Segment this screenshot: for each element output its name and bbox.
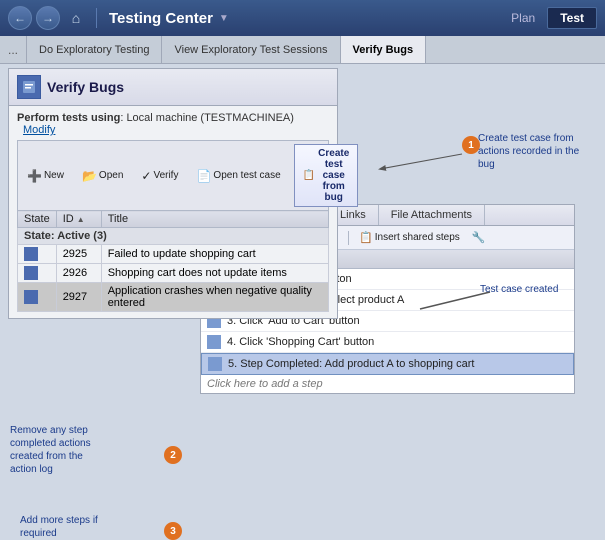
- annotation-text-2: Remove any step completed actions create…: [10, 424, 110, 476]
- create-from-bug-button[interactable]: 📋 Create test case from bug: [294, 144, 359, 207]
- insert-shared-steps-button[interactable]: 📋 Insert shared steps: [354, 229, 465, 246]
- row-id: 2926: [56, 264, 101, 283]
- shared-steps-icon: 📋: [359, 231, 373, 244]
- panel-body: Perform tests using: Local machine (TEST…: [9, 106, 337, 318]
- forward-button[interactable]: →: [36, 6, 60, 30]
- table-header-row: State ID ▲ Title: [18, 211, 329, 228]
- col-state[interactable]: State: [18, 211, 57, 228]
- bugs-table: State ID ▲ Title State: Active (3) 2925 …: [17, 210, 329, 312]
- tab-bar: ... Do Exploratory Testing View Explorat…: [0, 36, 605, 64]
- steps-separator: [348, 231, 349, 245]
- extra-icon: 🔧: [472, 231, 486, 244]
- group-row: State: Active (3): [18, 228, 329, 245]
- open-test-case-button[interactable]: 📄 Open test case: [191, 167, 285, 185]
- tab-do-exploratory[interactable]: Do Exploratory Testing: [27, 36, 162, 63]
- new-icon: ➕: [27, 169, 42, 183]
- panel-title: Verify Bugs: [47, 79, 124, 95]
- step-icon: [207, 335, 221, 349]
- tab-view-sessions[interactable]: View Exploratory Test Sessions: [162, 36, 340, 63]
- table-row-selected[interactable]: 2927 Application crashes when negative q…: [18, 283, 329, 312]
- home-button[interactable]: ⌂: [64, 6, 88, 30]
- tab-verify-bugs[interactable]: Verify Bugs: [341, 36, 427, 63]
- test-tab[interactable]: Test: [547, 7, 597, 29]
- row-title: Application crashes when negative qualit…: [101, 283, 328, 312]
- table-row[interactable]: 2926 Shopping cart does not update items: [18, 264, 329, 283]
- row-id: 2925: [56, 245, 101, 264]
- create-icon: 📋: [303, 170, 315, 181]
- row-id: 2927: [56, 283, 101, 312]
- title-dropdown-icon[interactable]: ▼: [219, 13, 229, 24]
- tc-created-annotation: Test case created: [480, 284, 558, 295]
- verify-button[interactable]: ✓ Verify: [136, 167, 183, 185]
- bug-icon: [24, 266, 38, 280]
- step-row[interactable]: 4. Click 'Shopping Cart' button: [201, 332, 574, 353]
- row-title: Failed to update shopping cart: [101, 245, 328, 264]
- app-title: Testing Center: [109, 10, 213, 27]
- bug-icon: [24, 247, 38, 261]
- plan-tab[interactable]: Plan: [503, 9, 543, 27]
- main-content: Verify Bugs Perform tests using: Local m…: [0, 64, 605, 516]
- top-toolbar: ← → ⌂ Testing Center ▼ Plan Test: [0, 0, 605, 36]
- tab-file-attachments[interactable]: File Attachments: [379, 205, 485, 225]
- perform-tests-label: Perform tests using: Local machine (TEST…: [17, 112, 329, 136]
- annotation-badge-3: 3: [164, 522, 182, 540]
- annotation-text-1: Create test case from actions recorded i…: [478, 132, 588, 171]
- action-toolbar: ➕ New 📂 Open ✓ Verify 📄 Open test case: [17, 140, 329, 210]
- add-step-row[interactable]: Click here to add a step: [201, 375, 574, 393]
- bug-icon: [24, 290, 38, 304]
- col-id[interactable]: ID ▲: [56, 211, 101, 228]
- open-tc-icon: 📄: [196, 169, 211, 183]
- step-icon: [208, 357, 222, 371]
- panel-icon: [17, 75, 41, 99]
- modify-link[interactable]: Modify: [23, 124, 55, 136]
- row-title: Shopping cart does not update items: [101, 264, 328, 283]
- annotation-text-3: Add more steps if required: [20, 514, 120, 540]
- tab-overflow[interactable]: ...: [0, 36, 27, 63]
- table-row[interactable]: 2925 Failed to update shopping cart: [18, 245, 329, 264]
- col-title[interactable]: Title: [101, 211, 328, 228]
- step-row-selected[interactable]: 5. Step Completed: Add product A to shop…: [201, 353, 574, 375]
- annotation-badge-2: 2: [164, 446, 182, 464]
- open-button[interactable]: 📂 Open: [77, 167, 128, 185]
- open-icon: 📂: [82, 169, 97, 183]
- back-button[interactable]: ←: [8, 6, 32, 30]
- steps-extra-button[interactable]: 🔧: [467, 229, 491, 246]
- panel-header: Verify Bugs: [9, 69, 337, 106]
- verify-icon: ✓: [141, 169, 151, 183]
- verify-bugs-panel: Verify Bugs Perform tests using: Local m…: [8, 68, 338, 319]
- new-button[interactable]: ➕ New: [22, 167, 69, 185]
